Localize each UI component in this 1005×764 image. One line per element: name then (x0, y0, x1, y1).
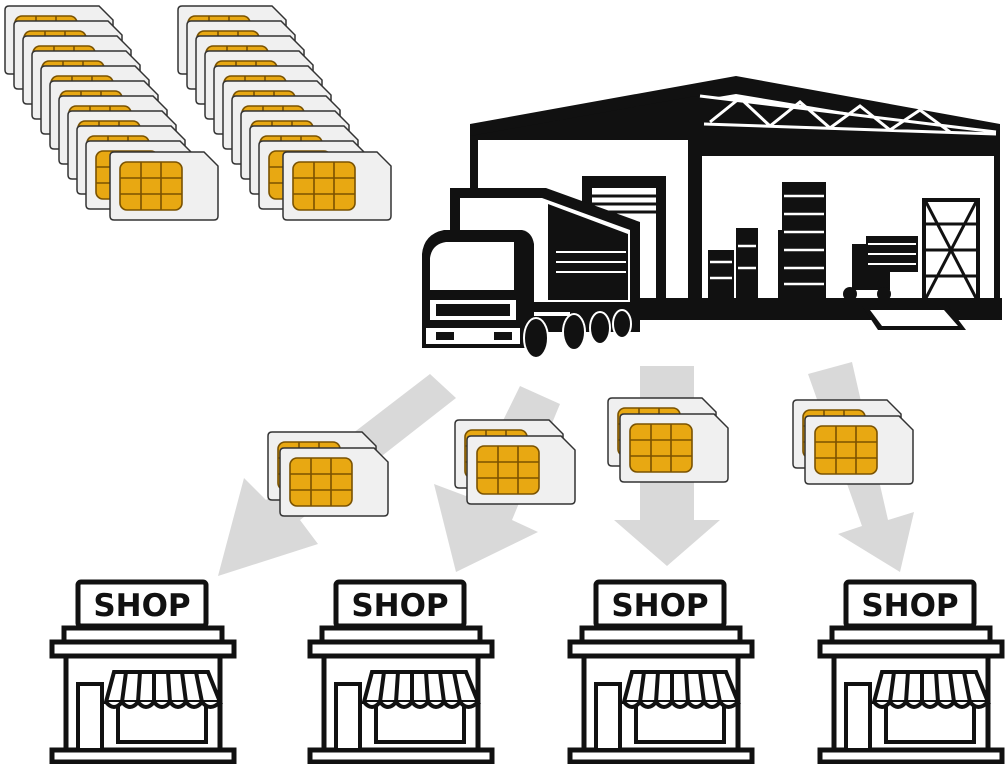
distribution-diagram: SHOP SHOP SHOP SHOP (4, 5, 1005, 764)
sim-card-pair-4 (792, 399, 914, 485)
sim-card-icon (109, 151, 219, 221)
shop-label: SHOP (351, 588, 448, 624)
shop-label: SHOP (93, 588, 190, 624)
truck-icon (422, 188, 640, 359)
shop-3: SHOP (570, 582, 752, 762)
sim-card-pair-2 (454, 419, 576, 505)
shop-label: SHOP (611, 588, 708, 624)
shop-label: SHOP (861, 588, 958, 624)
sim-card-pair-1 (267, 431, 389, 517)
shop-4: SHOP (820, 582, 1002, 762)
shop-2: SHOP (310, 582, 492, 762)
sim-card-icon (282, 151, 392, 221)
sim-card-icon (279, 447, 389, 517)
shop-1: SHOP (52, 582, 234, 762)
sim-card-icon (804, 415, 914, 485)
sim-card-icon (466, 435, 576, 505)
sim-card-icon (619, 413, 729, 483)
sim-card-pair-3 (607, 397, 729, 483)
